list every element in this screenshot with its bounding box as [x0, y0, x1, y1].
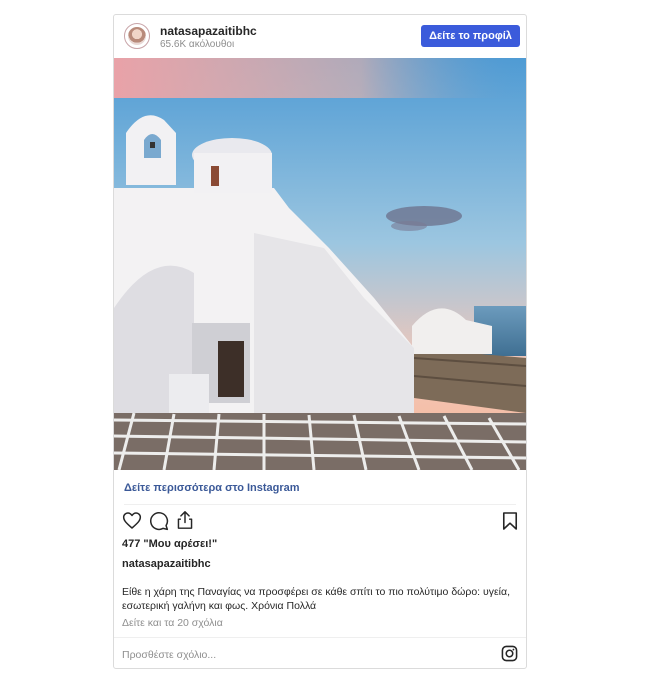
share-icon[interactable] — [176, 510, 194, 530]
comment-icon[interactable] — [149, 511, 169, 531]
instagram-embed-card: natasapazaitibhc 65.6K ακόλουθοι Δείτε τ… — [113, 14, 527, 669]
post-header: natasapazaitibhc 65.6K ακόλουθοι Δείτε τ… — [114, 15, 526, 58]
divider — [124, 504, 516, 505]
follower-count: 65.6K ακόλουθοι — [160, 39, 235, 50]
action-bar — [114, 509, 526, 535]
divider — [114, 637, 526, 638]
view-all-comments-link[interactable]: Δείτε και τα 20 σχόλια — [122, 617, 223, 629]
bookmark-icon[interactable] — [502, 511, 518, 531]
view-profile-button[interactable]: Δείτε το προφίλ — [421, 25, 520, 47]
instagram-logo-icon[interactable] — [501, 645, 518, 662]
avatar-image — [128, 27, 146, 45]
see-more-on-instagram-link[interactable]: Δείτε περισσότερα στο Instagram — [124, 482, 300, 494]
like-count[interactable]: 477 "Μου αρέσει!" — [122, 538, 217, 550]
avatar[interactable] — [124, 23, 150, 49]
username[interactable]: natasapazaitibhc — [160, 24, 257, 38]
post-caption: Είθε η χάρη της Παναγίας να προσφέρει σε… — [122, 586, 510, 612]
caption-username[interactable]: natasapazaitibhc — [122, 558, 211, 570]
chapel-photo-image — [114, 58, 526, 470]
heart-icon[interactable] — [122, 511, 142, 530]
post-photo[interactable] — [114, 58, 526, 470]
add-comment-input[interactable]: Προσθέστε σχόλιο... — [122, 649, 216, 661]
